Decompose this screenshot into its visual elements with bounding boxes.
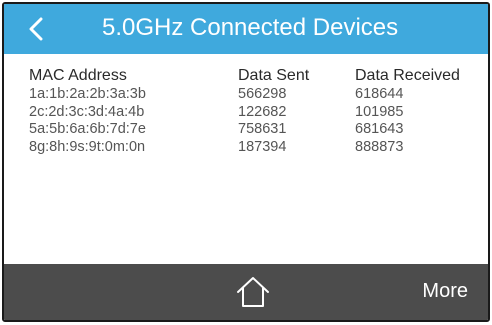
device-screen: 5.0GHz Connected Devices MAC Address 1a:… [2,2,490,322]
table-cell-data-received: 681643 [355,121,404,137]
column-header-data-sent: Data Sent [238,67,310,84]
more-button[interactable]: More [422,278,468,304]
table-cell-data-received: 618644 [355,86,404,102]
page-title: 5.0GHz Connected Devices [102,14,399,41]
mac-address-column: MAC Address 1a:1b:2a:2b:3a:3b 2c:2d:3c:3… [29,66,146,156]
table-cell-data-sent: 758631 [238,121,287,137]
column-header-mac-address: MAC Address [29,67,127,84]
column-header-data-received: Data Received [355,67,460,84]
data-received-column: Data Received 618644 101985 681643 88887… [355,66,460,156]
data-sent-column: Data Sent 566298 122682 758631 187394 [238,66,309,156]
home-button[interactable] [236,276,270,308]
home-icon [237,277,269,307]
table-cell-mac: 1a:1b:2a:2b:3a:3b [29,86,146,102]
table-cell-mac: 8g:8h:9s:9t:0m:0n [29,138,146,155]
table-cell-data-sent: 566298 [238,86,287,102]
table-cell-mac: 5a:5b:6a:6b:7d:7e [29,121,146,137]
back-button[interactable] [14,8,58,50]
table-cell-data-sent: 122682 [238,103,287,120]
connected-devices-table: MAC Address 1a:1b:2a:2b:3a:3b 2c:2d:3c:3… [4,54,488,264]
header-bar: 5.0GHz Connected Devices [4,4,488,54]
table-cell-mac: 2c:2d:3c:3d:4a:4b [29,103,145,120]
table-cell-data-sent: 187394 [238,138,287,155]
table-cell-data-received: 888873 [355,138,404,155]
footer-bar: More [4,264,488,320]
chevron-left-icon [29,17,43,41]
table-cell-data-received: 101985 [355,103,404,120]
